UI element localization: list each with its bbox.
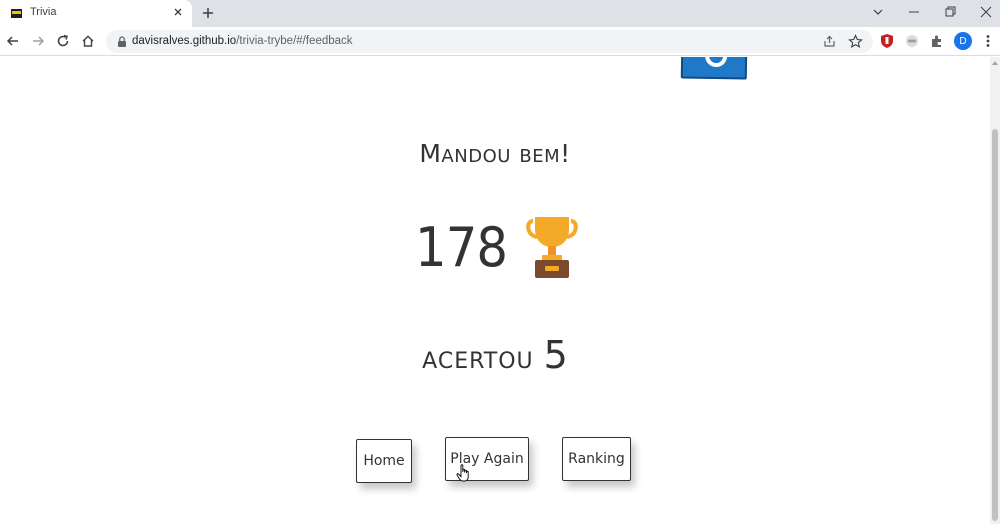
trivia-logo [680, 57, 748, 80]
scrollbar-thumb[interactable] [992, 129, 998, 521]
close-window-icon[interactable] [978, 4, 994, 20]
ublock-extension-icon[interactable] [879, 33, 895, 49]
browser-toolbar: davisralves.github.io/trivia-trybe/#/fee… [0, 27, 1000, 56]
tab-strip: Trivia [0, 0, 1000, 27]
restore-icon[interactable] [942, 4, 958, 20]
score-value: 178 [414, 215, 508, 279]
assertions-value: 5 [543, 333, 568, 377]
tab-trivia[interactable]: Trivia [0, 0, 192, 27]
feedback-text: Mandou bem! [419, 139, 571, 168]
reload-icon[interactable] [55, 33, 71, 49]
extension-gray-icon[interactable] [904, 33, 920, 49]
address-bar[interactable]: davisralves.github.io/trivia-trybe/#/fee… [106, 30, 873, 53]
tab-search-icon[interactable] [870, 4, 886, 20]
hand-pointer-cursor-icon [456, 464, 469, 482]
trophy-icon [526, 217, 578, 278]
extensions-puzzle-icon[interactable] [929, 33, 945, 49]
back-icon[interactable] [5, 33, 21, 49]
page-scrollbar[interactable] [990, 57, 1000, 524]
lock-icon[interactable] [116, 35, 128, 48]
home-button[interactable]: Home [356, 439, 412, 483]
score-row: 178 [0, 215, 990, 279]
ranking-button[interactable]: Ranking [562, 437, 631, 481]
url-text[interactable]: davisralves.github.io/trivia-trybe/#/fee… [132, 35, 353, 47]
forward-icon[interactable] [30, 33, 46, 49]
minimize-icon[interactable] [906, 4, 922, 20]
assertions-row: acertou 5 [0, 333, 990, 377]
page-viewport: Mandou bem! 178 acertou 5 Home Play Again… [0, 57, 990, 524]
trivia-favicon-icon [11, 9, 22, 18]
profile-avatar[interactable]: D [954, 32, 972, 50]
bookmark-star-icon[interactable] [848, 34, 863, 49]
home-icon[interactable] [80, 33, 96, 49]
share-icon[interactable] [822, 34, 837, 49]
assertions-label: acertou [422, 340, 534, 376]
scroll-up-icon[interactable] [992, 60, 998, 66]
close-tab-icon[interactable] [171, 5, 185, 19]
new-tab-icon[interactable] [200, 5, 216, 21]
menu-kebab-icon[interactable] [980, 33, 996, 49]
tab-title: Trivia [30, 6, 57, 18]
logo-ring-shape [704, 57, 728, 68]
